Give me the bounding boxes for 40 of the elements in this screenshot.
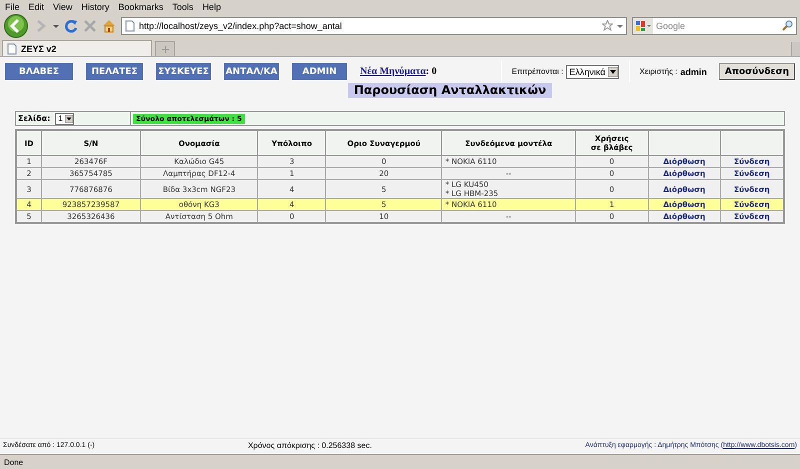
nav-button[interactable]: ΠΕΛΑΤΕΣ [86,63,143,80]
dropdown-caret-icon[interactable] [53,22,59,28]
home-icon[interactable] [102,18,116,32]
response-time: Χρόνος απόκρισης : 0.256338 sec. [246,441,373,450]
nav-button[interactable]: ADMIN [292,63,347,80]
page-label: Σελίδα: [18,114,50,123]
menu-item[interactable]: Bookmarks [115,2,170,12]
page-title: Παρουσίαση Ανταλλακτικών [348,83,552,98]
page-icon [7,42,17,54]
menu-item[interactable]: Tools [169,2,200,12]
search-field[interactable]: Google [632,16,797,34]
bookmark-star-icon[interactable] [602,20,613,31]
menu-item[interactable]: Help [199,2,227,12]
search-engine-icon[interactable] [633,18,653,34]
address-field[interactable]: http://localhost/zeys_v2/index.php?act=show_antal [121,16,627,34]
user-label: Χειριστής : [640,67,678,76]
dropdown-caret-icon[interactable] [617,22,623,28]
logout-button[interactable]: Αποσύνδεση [718,63,795,80]
nav-button[interactable]: ΒΛΑΒΕΣ [5,63,73,80]
menu-item[interactable]: File [2,2,26,12]
nav-button[interactable]: ΑΝΤΑΛ/ΚΑ [224,63,279,80]
user-name: admin [680,66,707,76]
language-label: Επιτρέπονται : [512,67,564,76]
search-icon[interactable] [782,20,793,31]
page-select[interactable]: 1 [55,112,74,124]
browser-tab[interactable]: ΖΕΥΣ v2 [2,40,152,56]
menu-item[interactable]: View [50,2,78,12]
back-icon[interactable] [3,14,29,38]
reload-icon[interactable] [64,18,78,32]
language-select[interactable]: Ελληνικά [566,64,619,78]
dropdown-caret-icon [64,114,73,122]
messages-link[interactable]: Νέα Μηνύματα [360,66,426,77]
page-icon [125,20,135,32]
dropdown-caret-icon [608,66,618,76]
menu-item[interactable]: History [78,2,116,12]
nav-button[interactable]: ΣΥΣΚΕΥΕΣ [156,63,211,80]
status-text: Done [4,458,24,466]
messages-count: : 0 [426,66,437,77]
plus-icon [162,46,168,52]
menu-item[interactable]: Edit [26,2,50,12]
